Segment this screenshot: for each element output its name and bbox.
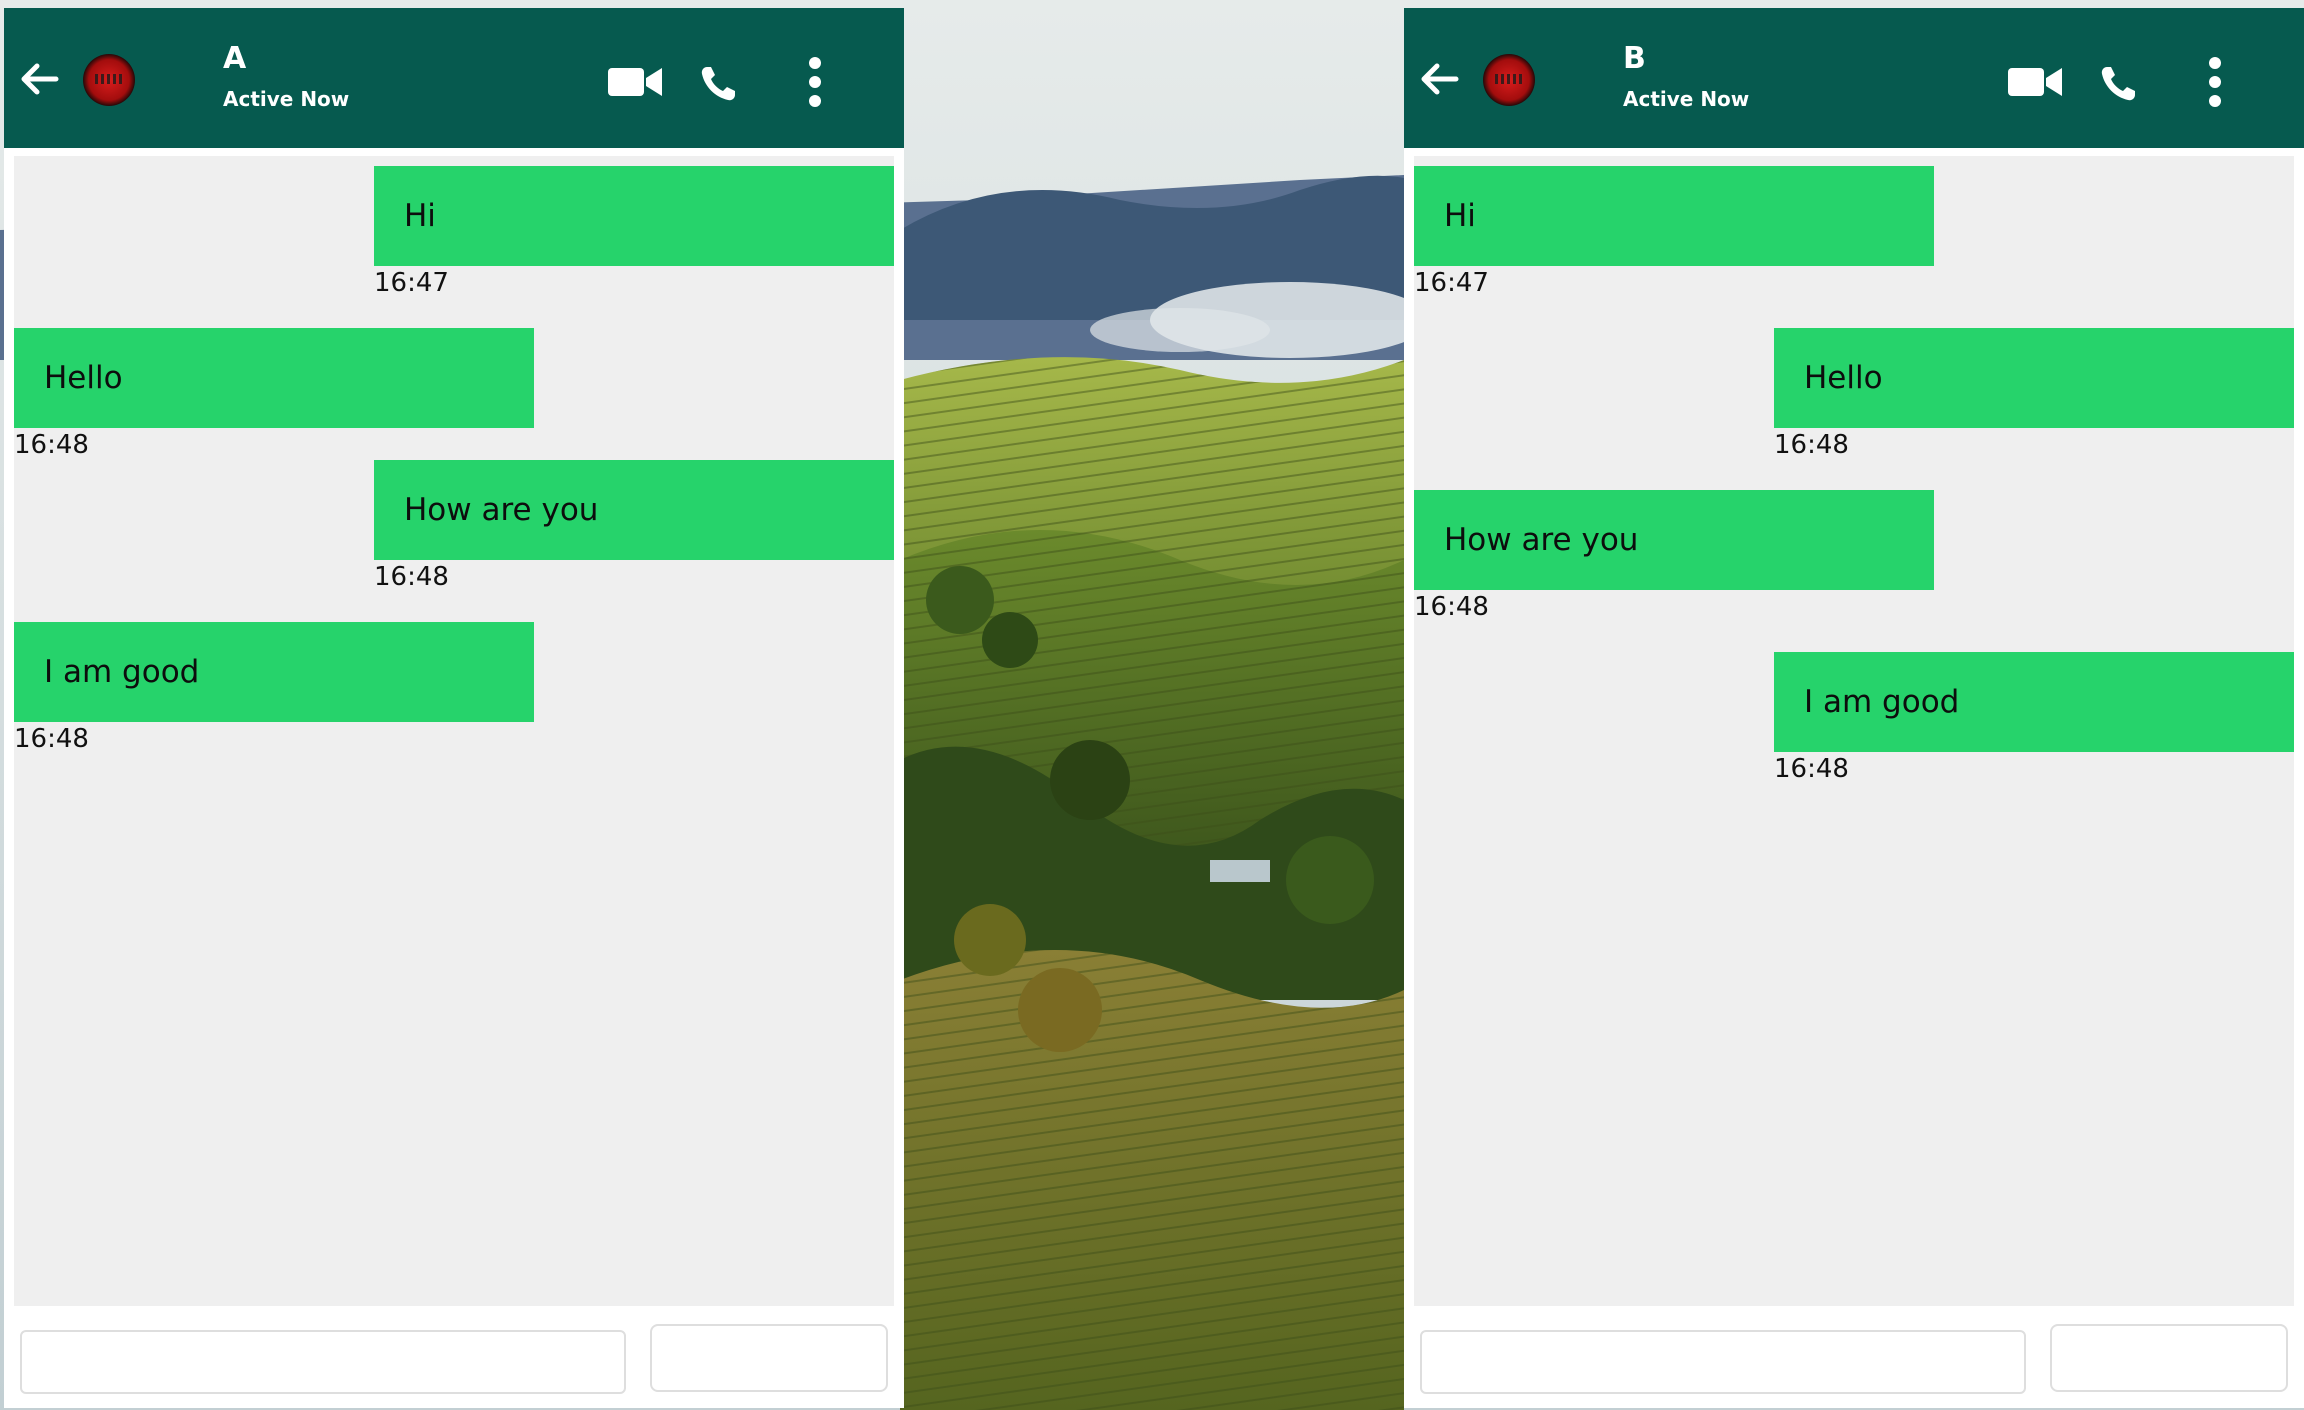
message-time: 16:48	[1774, 754, 1849, 784]
send-button[interactable]	[2050, 1324, 2288, 1392]
more-vertical-icon[interactable]	[808, 56, 822, 108]
message-bubble: How are you	[374, 460, 894, 560]
message-time: 16:48	[14, 430, 89, 460]
contact-status: Active Now	[1623, 87, 1750, 111]
message-input[interactable]	[20, 1330, 626, 1394]
message-bubble: How are you	[1414, 490, 1934, 590]
send-button[interactable]	[650, 1324, 888, 1392]
avatar[interactable]	[1483, 54, 1535, 106]
message-bubble: Hi	[374, 166, 894, 266]
contact-name: B	[1623, 41, 1646, 76]
message-bubble: Hi	[1414, 166, 1934, 266]
message-time: 16:47	[1414, 268, 1489, 298]
contact-name: A	[223, 41, 247, 76]
composer	[1404, 1306, 2304, 1408]
message-time: 16:48	[14, 724, 89, 754]
composer	[4, 1306, 904, 1408]
message-time: 16:47	[374, 268, 449, 298]
video-camera-icon[interactable]	[608, 66, 662, 98]
chat-header: A Active Now	[4, 8, 904, 148]
message-list[interactable]: Hi 16:47 Hello 16:48 How are you 16:48 I…	[1414, 156, 2294, 1306]
phone-icon[interactable]	[698, 64, 738, 104]
chat-window-b: B Active Now Hi 16:47 Hello 16:48 How ar…	[1404, 8, 2304, 1408]
phone-icon[interactable]	[2098, 64, 2138, 104]
message-time: 16:48	[1774, 430, 1849, 460]
message-bubble: I am good	[14, 622, 534, 722]
message-time: 16:48	[374, 562, 449, 592]
message-time: 16:48	[1414, 592, 1489, 622]
message-input[interactable]	[1420, 1330, 2026, 1394]
message-bubble: I am good	[1774, 652, 2294, 752]
back-arrow-icon[interactable]	[16, 56, 62, 102]
more-vertical-icon[interactable]	[2208, 56, 2222, 108]
chat-window-a: A Active Now Hi 16:47 Hello 16:48 How ar…	[4, 8, 904, 1408]
chat-header: B Active Now	[1404, 8, 2304, 148]
message-bubble: Hello	[14, 328, 534, 428]
message-list[interactable]: Hi 16:47 Hello 16:48 How are you 16:48 I…	[14, 156, 894, 1306]
video-camera-icon[interactable]	[2008, 66, 2062, 98]
back-arrow-icon[interactable]	[1416, 56, 1462, 102]
contact-status: Active Now	[223, 87, 350, 111]
message-bubble: Hello	[1774, 328, 2294, 428]
avatar[interactable]	[83, 54, 135, 106]
